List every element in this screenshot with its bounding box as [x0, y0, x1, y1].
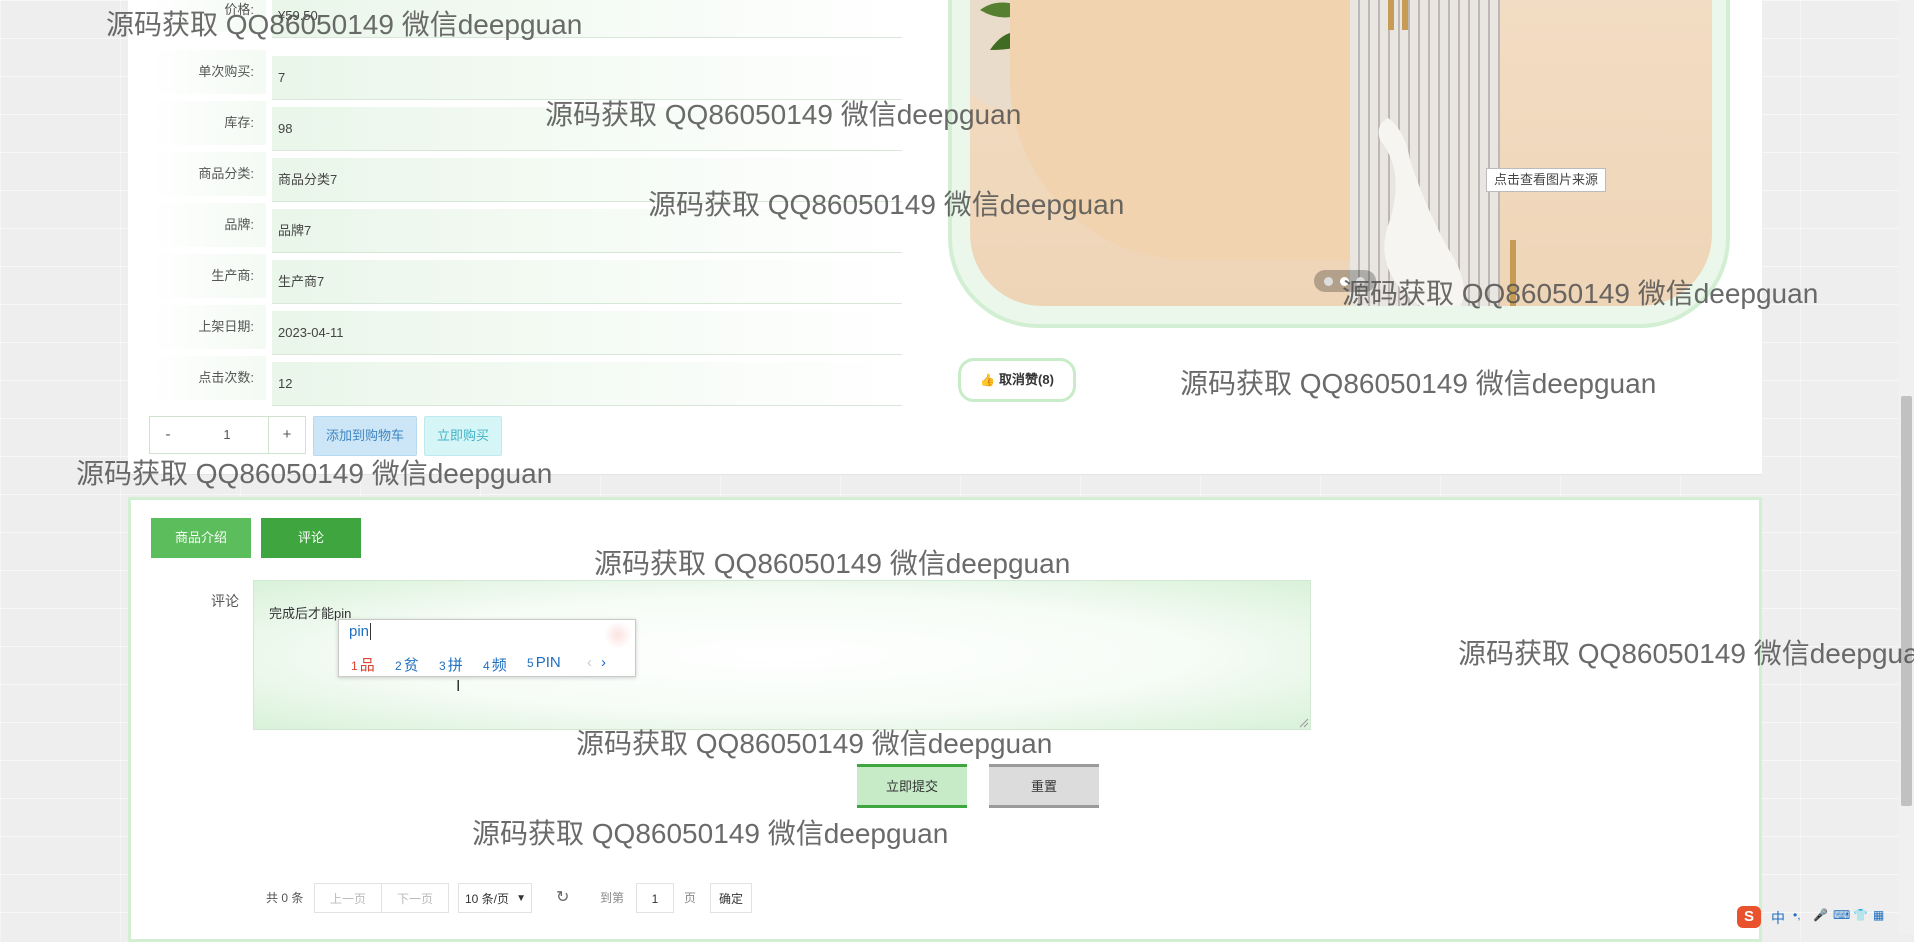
ime-composition: pin — [349, 623, 372, 640]
detail-value: 98 — [272, 107, 902, 151]
reset-button[interactable]: 重置 — [989, 764, 1099, 808]
product-image-carousel[interactable]: 点击查看图片来源 — [948, 0, 1730, 328]
candidate-text: PIN — [535, 654, 561, 671]
detail-label: 单次购买: — [148, 50, 266, 94]
detail-value: ¥59.50 — [272, 0, 902, 38]
detail-value: 7 — [272, 56, 902, 100]
detail-label: 价格: — [148, 0, 266, 32]
ime-prev-page-icon[interactable]: ‹ — [587, 654, 592, 671]
ime-next-page-icon[interactable]: › — [601, 654, 606, 671]
candidate-text: 贫 — [403, 657, 419, 674]
ime-candidate-window: pin 1品 2贫 3拼 4频 5 PIN ‹ › — [338, 619, 636, 677]
detail-label: 生产商: — [148, 254, 266, 298]
tab-product-intro[interactable]: 商品介绍 — [151, 518, 251, 558]
pagination-next-button[interactable]: 下一页 — [381, 883, 449, 913]
candidate-text: 拼 — [447, 657, 463, 674]
pagination-page-input[interactable]: 1 — [636, 883, 674, 913]
toolbox-icon[interactable]: ▦ — [1873, 908, 1884, 922]
candidate-number: 4 — [483, 659, 490, 673]
ime-candidate-1[interactable]: 1品 — [351, 654, 375, 675]
candidate-number: 5 — [527, 656, 534, 670]
candidate-number: 2 — [395, 659, 402, 673]
detail-value: 品牌7 — [272, 209, 902, 253]
buy-now-button[interactable]: 立即购买 — [424, 416, 503, 456]
carousel-dot[interactable] — [1324, 277, 1333, 286]
ime-candidate-3[interactable]: 3拼 — [439, 654, 463, 675]
punctuation-icon[interactable]: •, — [1793, 908, 1801, 922]
candidate-number: 3 — [439, 659, 446, 673]
detail-label: 品牌: — [148, 203, 266, 247]
quantity-input[interactable]: 1 — [186, 416, 268, 454]
detail-row-brand: 品牌: 品牌7 — [148, 203, 902, 254]
like-button-label: 取消赞(8) — [999, 372, 1054, 387]
ime-candidate-2[interactable]: 2贫 — [395, 654, 419, 675]
pagination-confirm-button[interactable]: 确定 — [710, 883, 752, 913]
thumbs-up-icon: 👍 — [980, 373, 996, 387]
page-size-select[interactable]: 10 条/页 ▼ — [458, 883, 532, 913]
ime-mode-indicator[interactable]: 中 — [1771, 908, 1785, 928]
detail-row-price: 价格: ¥59.50 — [148, 0, 902, 39]
pagination-page-unit: 页 — [684, 891, 697, 905]
wall-arch — [1010, 0, 1370, 260]
pagination-prev-button[interactable]: 上一页 — [314, 883, 382, 913]
add-to-cart-button[interactable]: 添加到购物车 — [313, 416, 418, 456]
carousel-dot-active[interactable] — [1340, 277, 1349, 286]
detail-value: 2023-04-11 — [272, 311, 902, 355]
ime-logo — [603, 622, 633, 648]
ime-candidate-5[interactable]: 5 PIN — [527, 654, 561, 671]
skin-icon[interactable]: 👕 — [1853, 908, 1868, 922]
resize-handle-icon[interactable] — [1299, 718, 1309, 728]
comment-label: 评论 — [211, 593, 239, 609]
sogou-logo-icon[interactable]: S — [1737, 906, 1761, 928]
detail-row-per-purchase: 单次购买: 7 — [148, 50, 902, 101]
brass-rod — [1402, 0, 1408, 30]
ime-candidate-4[interactable]: 4频 — [483, 654, 507, 675]
tab-comments[interactable]: 评论 — [261, 518, 361, 558]
detail-row-stock: 库存: 98 — [148, 101, 902, 152]
detail-value: 商品分类7 — [272, 158, 902, 202]
detail-label: 上架日期: — [148, 305, 266, 349]
carousel-dots — [1314, 270, 1376, 292]
keyboard-icon[interactable]: ⌨ — [1833, 908, 1850, 922]
refresh-icon[interactable]: ↻ — [556, 883, 569, 913]
submit-button[interactable]: 立即提交 — [857, 764, 967, 808]
comment-panel: 商品介绍 评论 评论 完成后才能pin 立即提交 重置 — [128, 497, 1762, 942]
detail-value: 12 — [272, 362, 902, 406]
image-source-label[interactable]: 点击查看图片来源 — [1486, 168, 1607, 192]
candidate-text: 品 — [359, 657, 375, 674]
quantity-plus-button[interactable]: + — [268, 416, 306, 454]
scrollbar-thumb[interactable] — [1901, 396, 1912, 806]
quantity-minus-button[interactable]: - — [149, 416, 187, 454]
brass-leg — [1510, 240, 1516, 306]
detail-label: 点击次数: — [148, 356, 266, 400]
detail-value: 生产商7 — [272, 260, 902, 304]
microphone-icon[interactable]: 🎤 — [1813, 908, 1828, 922]
detail-row-listing-date: 上架日期: 2023-04-11 — [148, 305, 902, 356]
brass-rod — [1388, 0, 1394, 30]
detail-row-category: 商品分类: 商品分类7 — [148, 152, 902, 203]
candidate-text: 频 — [491, 657, 507, 674]
pagination-total: 共 0 条 — [266, 891, 304, 905]
detail-row-clicks: 点击次数: 12 — [148, 356, 902, 407]
pagination-goto-label: 到第 — [600, 891, 625, 905]
carousel-dot[interactable] — [1356, 277, 1365, 286]
candidate-number: 1 — [351, 659, 358, 673]
product-image: 点击查看图片来源 — [970, 0, 1712, 306]
detail-row-manufacturer: 生产商: 生产商7 — [148, 254, 902, 305]
ime-toolbar: S 中 •, 🎤 ⌨ 👕 ▦ — [1737, 904, 1905, 930]
page-size-value: 10 条/页 — [465, 892, 510, 906]
chevron-down-icon: ▼ — [516, 893, 526, 904]
text-cursor-icon: I — [456, 678, 461, 695]
like-button[interactable]: 👍 取消赞(8) — [958, 358, 1076, 402]
detail-label: 库存: — [148, 101, 266, 145]
detail-label: 商品分类: — [148, 152, 266, 196]
